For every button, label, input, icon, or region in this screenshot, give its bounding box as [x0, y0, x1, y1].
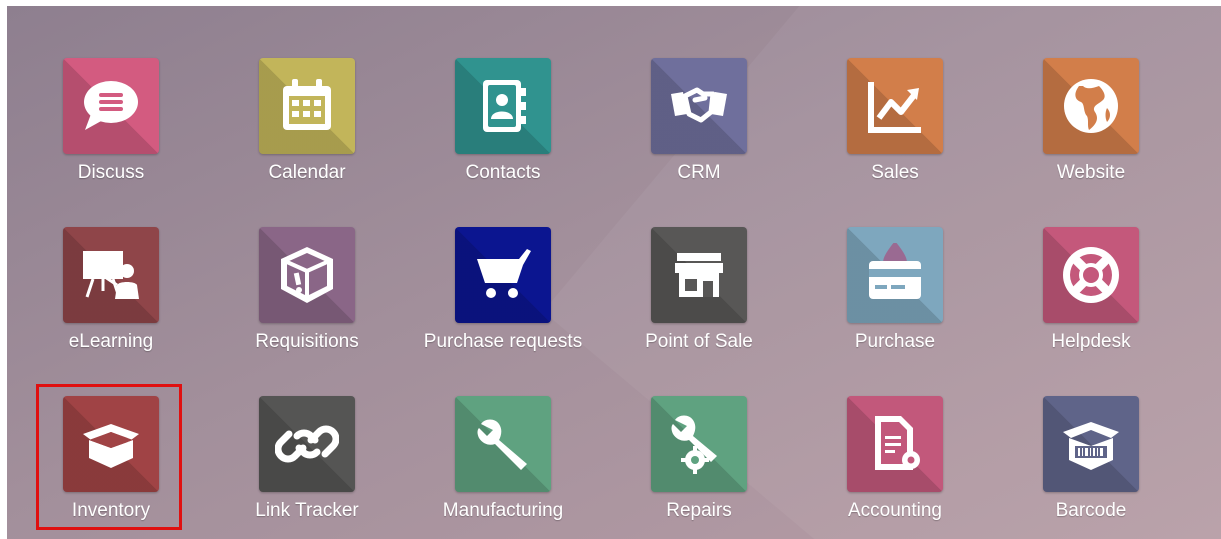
app-label: Calendar: [268, 162, 346, 183]
app-accounting[interactable]: Accounting: [797, 378, 993, 528]
chat-bubble-icon: [79, 74, 143, 138]
app-label: eLearning: [68, 331, 154, 352]
app-manufacturing[interactable]: Manufacturing: [405, 378, 601, 528]
line-chart-icon: [863, 74, 927, 138]
app-label: Helpdesk: [1051, 331, 1131, 352]
app-crm[interactable]: CRM: [601, 40, 797, 190]
app-tile: [63, 227, 159, 323]
app-label: Manufacturing: [442, 500, 564, 521]
app-inventory[interactable]: Inventory: [13, 378, 209, 528]
app-label: Purchase requests: [423, 331, 583, 352]
app-tile: [1043, 396, 1139, 492]
app-label: Purchase: [854, 331, 936, 352]
wrench-gear-icon: [667, 412, 731, 476]
app-tile: [455, 58, 551, 154]
app-label: Contacts: [465, 162, 541, 183]
lifebuoy-icon: [1059, 243, 1123, 307]
app-tile: [455, 396, 551, 492]
app-elearning[interactable]: eLearning: [13, 209, 209, 359]
app-repairs[interactable]: Repairs: [601, 378, 797, 528]
document-gear-icon: [863, 412, 927, 476]
app-contacts[interactable]: Contacts: [405, 40, 601, 190]
calendar-icon: [275, 74, 339, 138]
app-purchase-requests[interactable]: Purchase requests: [405, 209, 601, 359]
app-tile: [259, 227, 355, 323]
app-label: Link Tracker: [255, 500, 359, 521]
app-label: Discuss: [77, 162, 145, 183]
app-label: Barcode: [1055, 500, 1127, 521]
app-tile: [63, 396, 159, 492]
app-label: Point of Sale: [645, 331, 753, 352]
app-label: Repairs: [666, 500, 732, 521]
shopping-cart-icon: [471, 243, 535, 307]
app-website[interactable]: Website: [993, 40, 1189, 190]
app-label: Requisitions: [255, 331, 359, 352]
address-book-icon: [471, 74, 535, 138]
app-tile: [259, 58, 355, 154]
chain-link-icon: [275, 412, 339, 476]
app-label: Accounting: [847, 500, 942, 521]
app-tile: [1043, 227, 1139, 323]
app-tile: [847, 227, 943, 323]
handshake-icon: [667, 74, 731, 138]
app-label: Sales: [871, 162, 919, 183]
app-discuss[interactable]: Discuss: [13, 40, 209, 190]
box-exclamation-icon: [275, 243, 339, 307]
app-tile: [651, 396, 747, 492]
app-sales[interactable]: Sales: [797, 40, 993, 190]
app-tile: [455, 227, 551, 323]
wrench-icon: [471, 412, 535, 476]
open-box-icon: [79, 412, 143, 476]
app-tile: [847, 396, 943, 492]
app-tile: [651, 227, 747, 323]
app-point-of-sale[interactable]: Point of Sale: [601, 209, 797, 359]
app-tile: [847, 58, 943, 154]
app-tile: [651, 58, 747, 154]
app-tile: [259, 396, 355, 492]
app-tile: [1043, 58, 1139, 154]
app-requisitions[interactable]: Requisitions: [209, 209, 405, 359]
barcode-box-icon: [1059, 412, 1123, 476]
app-tile: [63, 58, 159, 154]
app-label: CRM: [677, 162, 721, 183]
app-label: Inventory: [71, 500, 151, 521]
app-helpdesk[interactable]: Helpdesk: [993, 209, 1189, 359]
app-barcode[interactable]: Barcode: [993, 378, 1189, 528]
presentation-board-icon: [79, 243, 143, 307]
app-purchase[interactable]: Purchase: [797, 209, 993, 359]
globe-icon: [1059, 74, 1123, 138]
storefront-icon: [667, 243, 731, 307]
credit-card-icon: [863, 243, 927, 307]
app-calendar[interactable]: Calendar: [209, 40, 405, 190]
app-link-tracker[interactable]: Link Tracker: [209, 378, 405, 528]
app-label: Website: [1056, 162, 1126, 183]
